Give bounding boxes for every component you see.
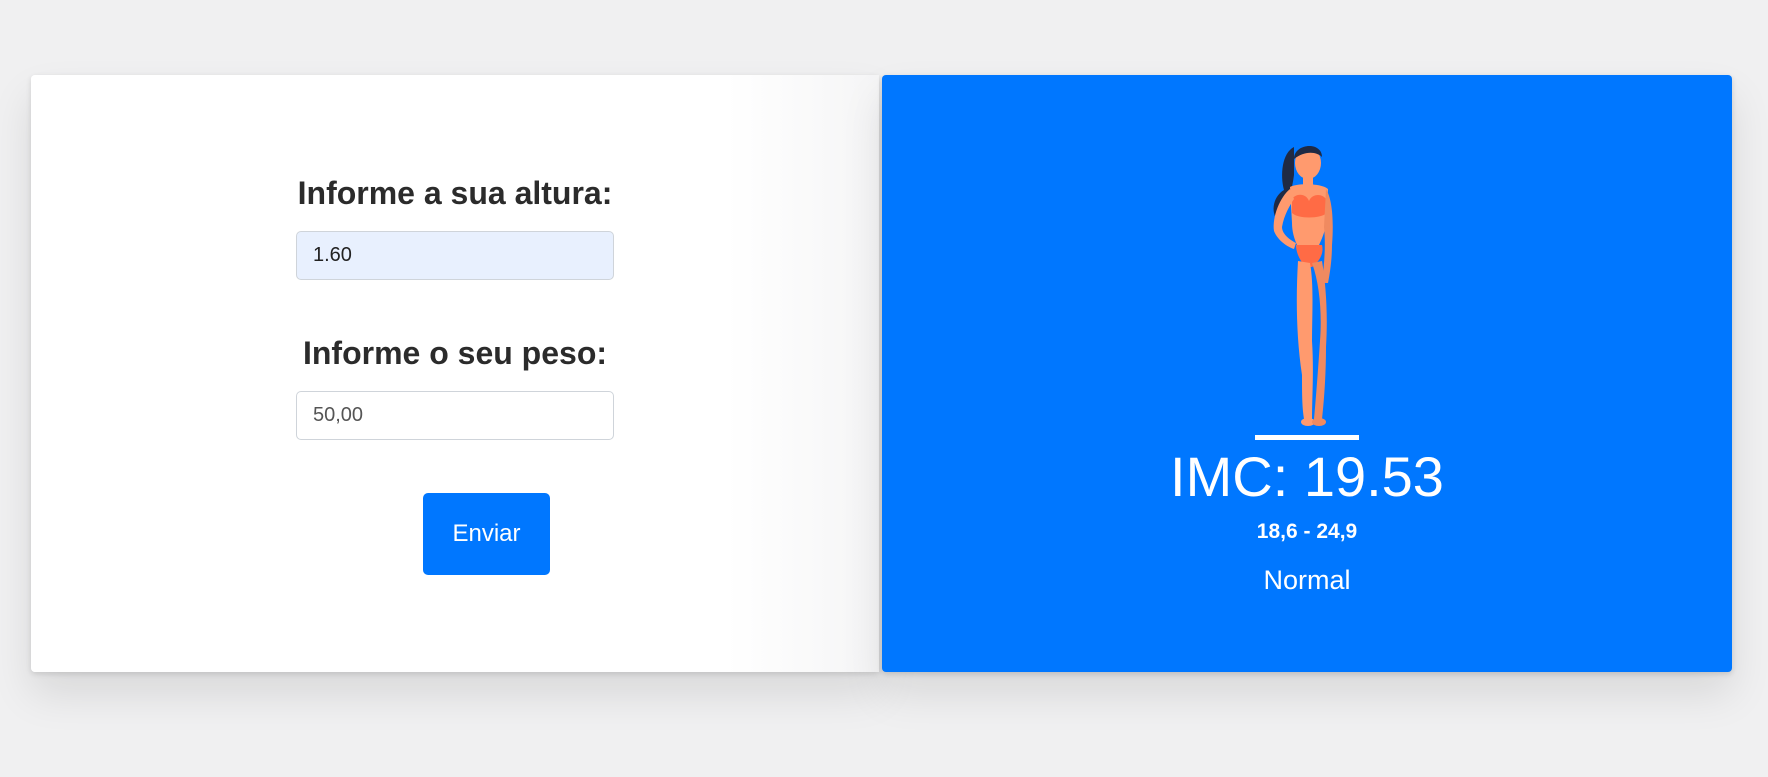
height-input[interactable] [296, 231, 614, 280]
woman-figure-illustration [1273, 145, 1333, 426]
page: Informe a sua altura: Informe o seu peso… [0, 0, 1768, 777]
imc-classification: Normal [1263, 565, 1351, 595]
weight-input[interactable] [296, 391, 614, 440]
form-card: Informe a sua altura: Informe o seu peso… [31, 75, 879, 672]
imc-range: 18,6 - 24,9 [1256, 520, 1358, 543]
height-label: Informe a sua altura: [297, 175, 613, 211]
result-card: IMC: 19.53 18,6 - 24,9 Normal [882, 75, 1732, 672]
imc-result: IMC: 19.53 [1170, 445, 1444, 508]
ground-line [1255, 435, 1359, 440]
submit-button[interactable]: Enviar [423, 493, 550, 575]
weight-label: Informe o seu peso: [302, 335, 608, 371]
